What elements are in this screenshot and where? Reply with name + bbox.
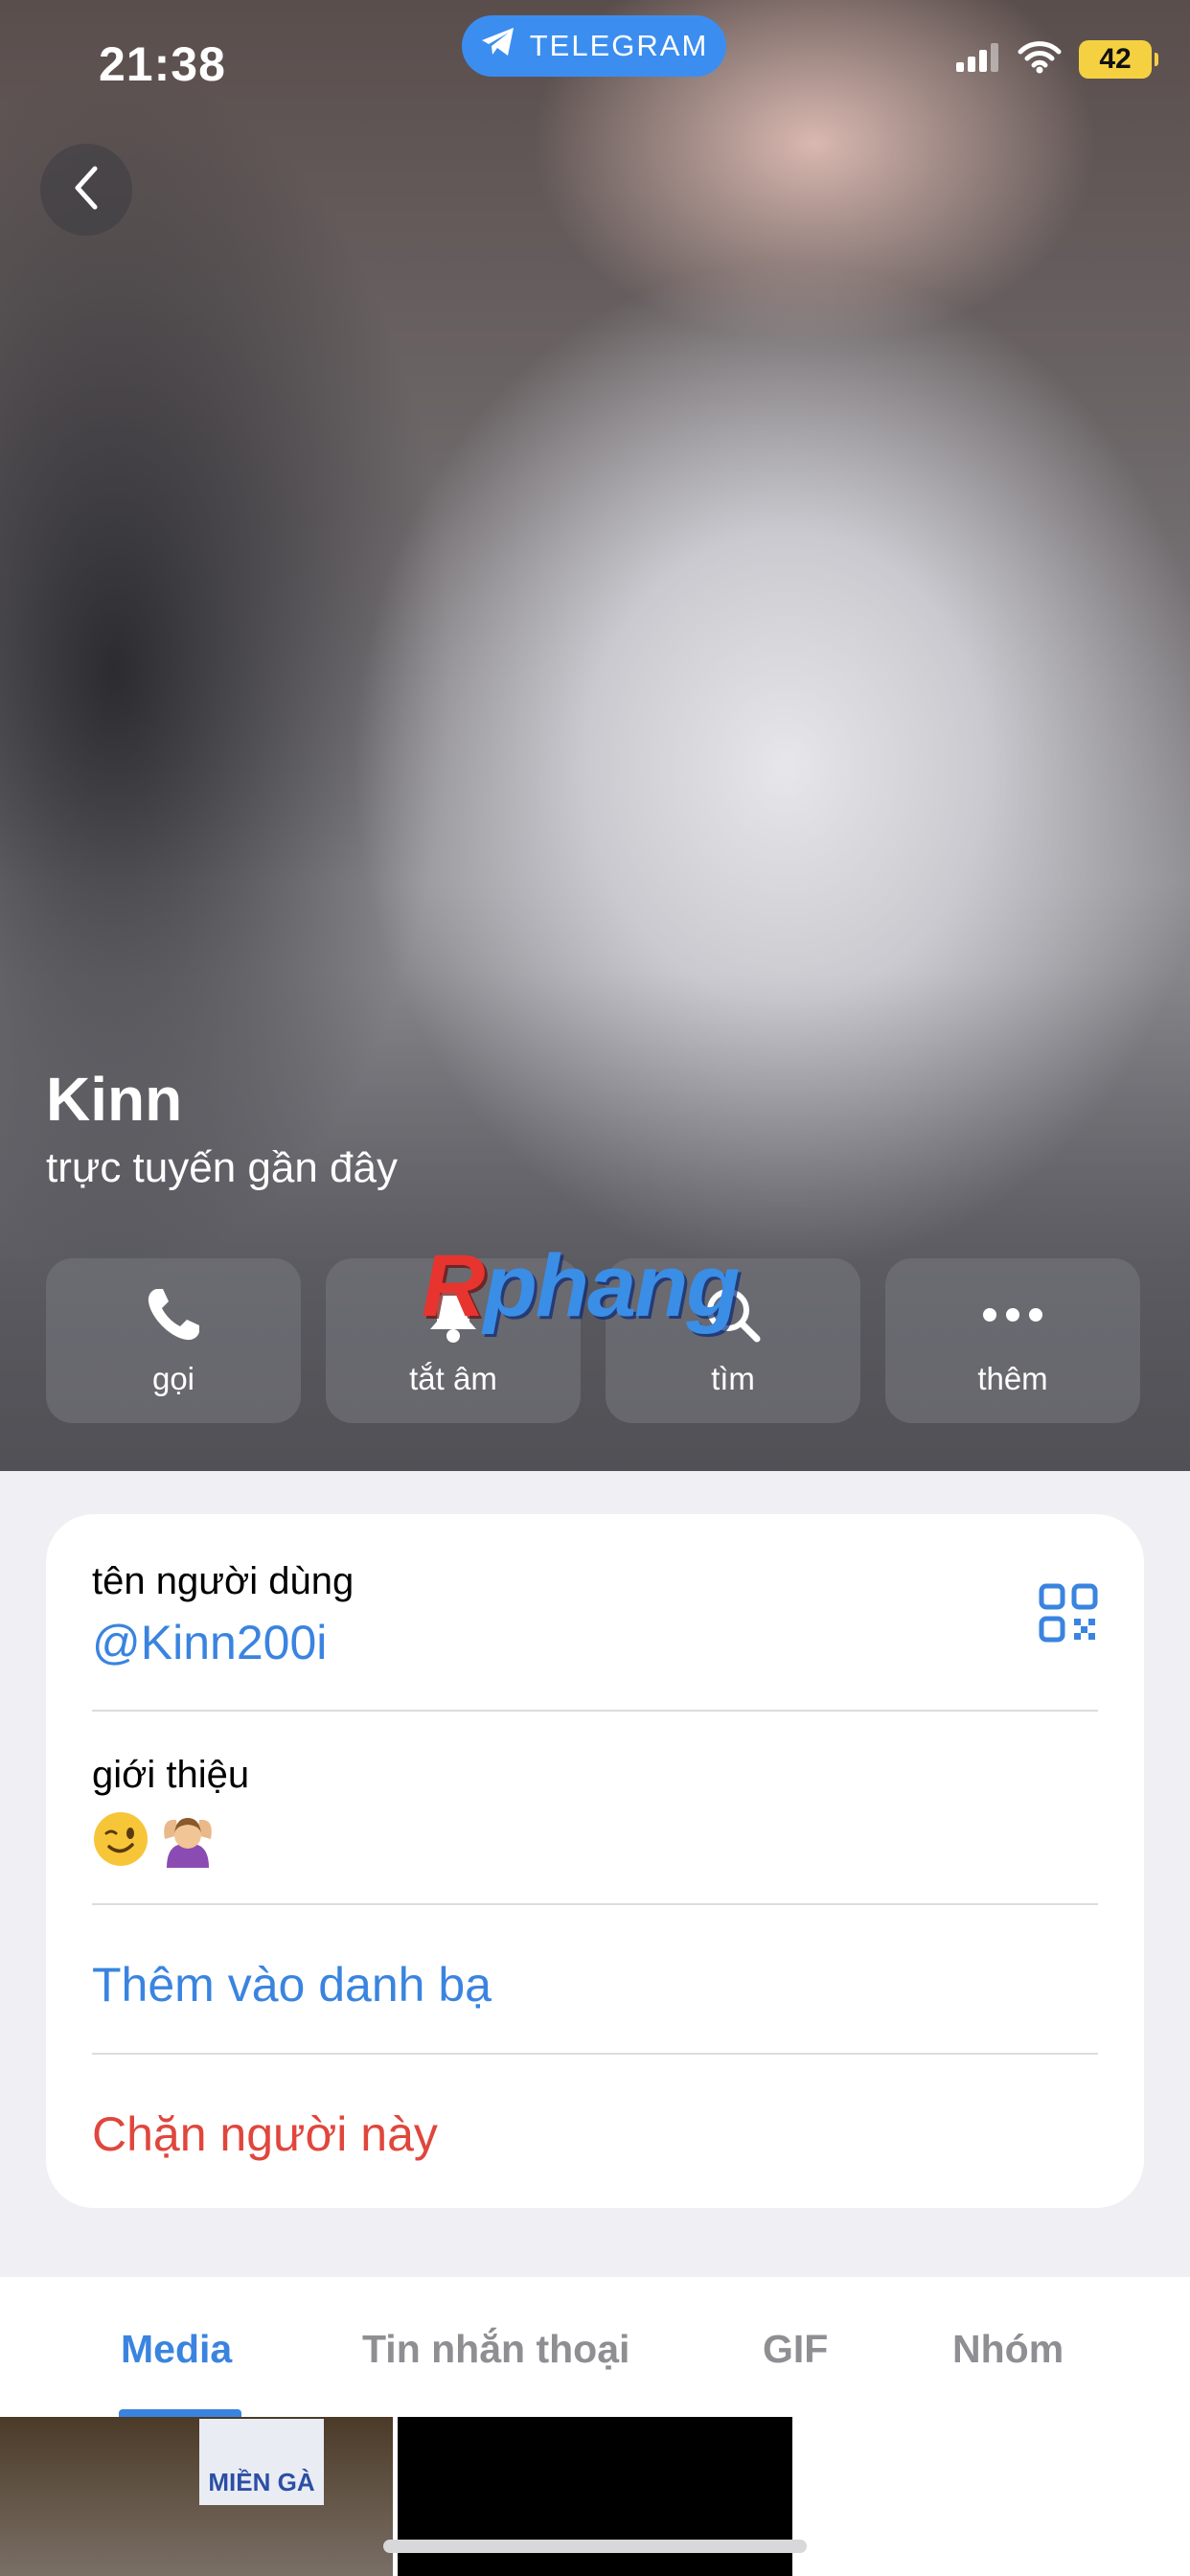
watermark-logo: Rphang bbox=[422, 1236, 740, 1337]
username-row[interactable]: tên người dùng @Kinn200i bbox=[92, 1560, 1098, 1670]
battery-indicator: 42 bbox=[1079, 40, 1158, 79]
telegram-pill-label: TELEGRAM bbox=[529, 29, 709, 62]
qr-code-icon[interactable] bbox=[1039, 1583, 1098, 1647]
person-gesturing-ok-emoji-icon bbox=[157, 1810, 218, 1876]
search-label: tìm bbox=[711, 1361, 755, 1396]
tab-gif[interactable]: GIF bbox=[763, 2327, 828, 2372]
bio-emojis bbox=[92, 1810, 1098, 1876]
tab-groups[interactable]: Nhóm bbox=[952, 2327, 1064, 2372]
watermark-first: R bbox=[422, 1237, 485, 1335]
add-contact-button[interactable]: Thêm vào danh bạ bbox=[92, 1957, 1098, 2012]
divider bbox=[92, 1903, 1098, 1905]
username-label: tên người dùng bbox=[92, 1560, 355, 1602]
watermark-rest: phang bbox=[483, 1237, 740, 1335]
block-user-button[interactable]: Chặn người này bbox=[92, 2106, 1098, 2162]
divider bbox=[92, 1710, 1098, 1712]
bio-label: giới thiệu bbox=[92, 1754, 250, 1796]
active-tab-indicator bbox=[119, 2409, 241, 2417]
status-time: 21:38 bbox=[99, 37, 226, 91]
home-indicator[interactable] bbox=[383, 2540, 807, 2553]
thumbnail-sign-text: MIỀN GÀ bbox=[199, 2419, 324, 2505]
chevron-left-icon bbox=[72, 164, 101, 217]
more-icon bbox=[981, 1284, 1044, 1346]
winking-face-emoji-icon bbox=[92, 1810, 149, 1876]
profile-name: Kinn bbox=[46, 1065, 183, 1134]
info-card: tên người dùng @Kinn200i giới thiệu Thêm… bbox=[46, 1514, 1144, 2208]
telegram-pill[interactable]: TELEGRAM bbox=[462, 15, 726, 77]
profile-photo[interactable]: 21:38 TELEGRAM 42 Kinn trực tuyến gần đâ… bbox=[0, 0, 1190, 1471]
phone-icon bbox=[144, 1284, 203, 1346]
more-button[interactable]: thêm bbox=[885, 1258, 1140, 1423]
tab-media[interactable]: Media bbox=[121, 2327, 232, 2372]
signal-icon bbox=[956, 42, 1000, 77]
tab-voice-messages[interactable]: Tin nhắn thoại bbox=[362, 2327, 629, 2372]
username-value[interactable]: @Kinn200i bbox=[92, 1615, 1098, 1670]
media-tabs: Media Tin nhắn thoại GIF Nhóm bbox=[0, 2277, 1190, 2419]
bio-row: giới thiệu bbox=[92, 1754, 1098, 1876]
divider bbox=[92, 2053, 1098, 2055]
call-button[interactable]: gọi bbox=[46, 1258, 301, 1423]
profile-status: trực tuyến gần đây bbox=[46, 1144, 398, 1191]
telegram-plane-icon bbox=[480, 26, 516, 66]
call-label: gọi bbox=[151, 1361, 195, 1396]
media-thumbnail[interactable]: MIỀN GÀ bbox=[0, 2417, 393, 2576]
more-label: thêm bbox=[977, 1361, 1048, 1396]
back-button[interactable] bbox=[40, 144, 132, 236]
status-right: 42 bbox=[956, 40, 1158, 79]
wifi-icon bbox=[1018, 40, 1062, 79]
mute-label: tắt âm bbox=[409, 1361, 497, 1396]
